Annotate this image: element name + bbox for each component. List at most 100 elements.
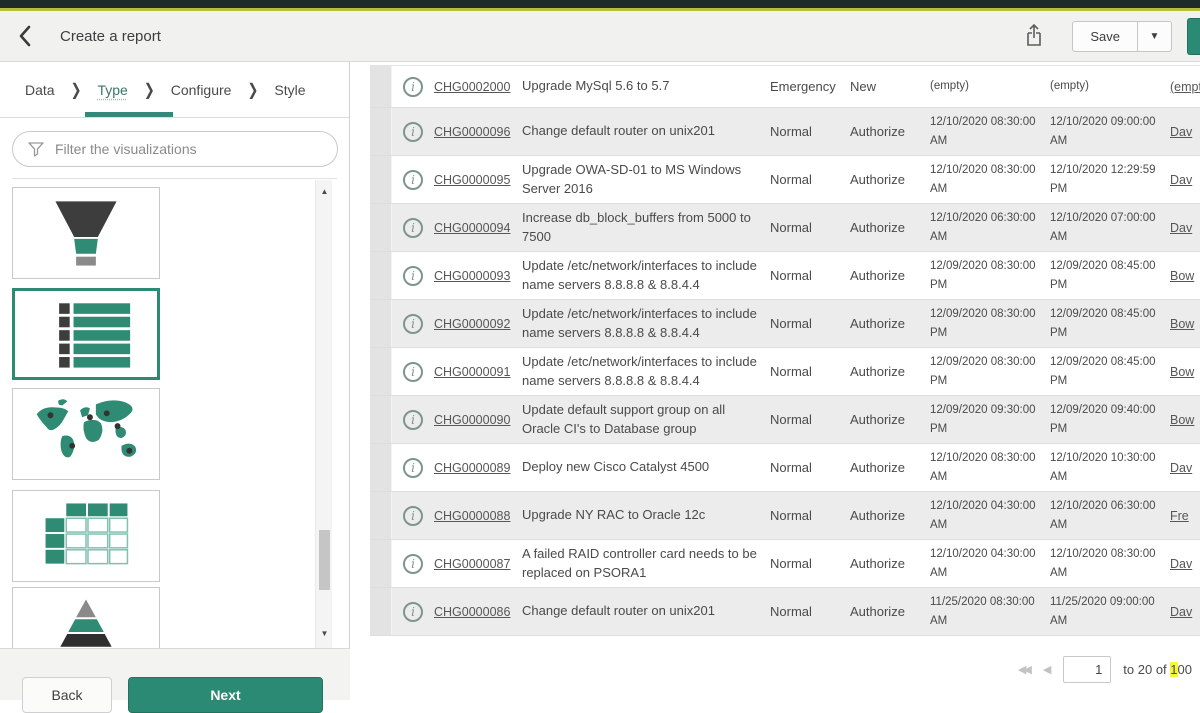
info-icon[interactable]: i <box>403 218 423 238</box>
table-row[interactable]: i CHG0000089 Deploy new Cisco Catalyst 4… <box>370 444 1200 492</box>
info-icon[interactable]: i <box>403 458 423 478</box>
wizard-footer: Back Next <box>0 648 350 700</box>
start-date-value: 12/09/2020 08:30:00 PM <box>930 353 1050 390</box>
state-value: Authorize <box>850 412 930 427</box>
wizard-step-type[interactable]: Type <box>97 82 127 98</box>
change-number-link[interactable]: CHG0000087 <box>434 557 522 571</box>
assigned-to-link[interactable]: Dav <box>1170 605 1200 619</box>
table-row[interactable]: i CHG0000096 Change default router on un… <box>370 108 1200 156</box>
change-number-link[interactable]: CHG0000088 <box>434 509 522 523</box>
viz-type-pyramid[interactable] <box>12 587 160 648</box>
assigned-to-link[interactable]: Dav <box>1170 221 1200 235</box>
change-number-link[interactable]: CHG0000090 <box>434 413 522 427</box>
change-number-link[interactable]: CHG0000095 <box>434 173 522 187</box>
first-page-button[interactable]: ◀◀ <box>1018 663 1029 676</box>
priority-value: Normal <box>770 172 850 187</box>
viz-type-map[interactable] <box>12 388 160 480</box>
change-number-link[interactable]: CHG0000092 <box>434 317 522 331</box>
assigned-to-link[interactable]: Bow <box>1170 317 1200 331</box>
table-row[interactable]: i CHG0000086 Change default router on un… <box>370 588 1200 636</box>
info-icon[interactable]: i <box>403 506 423 526</box>
visualization-type-list: ▲ ▼ <box>0 180 350 648</box>
clipped-primary-button[interactable] <box>1187 18 1200 55</box>
back-chevron-button[interactable] <box>18 23 38 49</box>
chevron-right-icon: ❯ <box>71 80 82 100</box>
assigned-to-link[interactable]: (empty) <box>1170 80 1200 94</box>
change-number-link[interactable]: CHG0000086 <box>434 605 522 619</box>
assigned-to-link[interactable]: Fre <box>1170 509 1200 523</box>
filter-input[interactable] <box>12 131 338 167</box>
short-description: A failed RAID controller card needs to b… <box>522 545 770 583</box>
change-number-link[interactable]: CHG0000091 <box>434 365 522 379</box>
row-gutter <box>370 588 392 635</box>
end-date-value: 12/10/2020 09:00:00 AM <box>1050 113 1170 150</box>
table-row[interactable]: i CHG0000091 Update /etc/network/interfa… <box>370 348 1200 396</box>
info-icon[interactable]: i <box>403 266 423 286</box>
priority-value: Normal <box>770 412 850 427</box>
save-button[interactable]: Save <box>1072 21 1138 52</box>
next-button[interactable]: Next <box>128 677 323 713</box>
row-gutter <box>370 252 392 299</box>
end-date-value: 11/25/2020 09:00:00 AM <box>1050 593 1170 630</box>
viz-type-list[interactable] <box>12 288 160 380</box>
change-number-link[interactable]: CHG0000093 <box>434 269 522 283</box>
info-icon[interactable]: i <box>403 554 423 574</box>
table-row[interactable]: i CHG0000087 A failed RAID controller ca… <box>370 540 1200 588</box>
wizard-step-data[interactable]: Data <box>25 82 55 98</box>
wizard-step-style[interactable]: Style <box>274 82 305 98</box>
table-row[interactable]: i CHG0000088 Upgrade NY RAC to Oracle 12… <box>370 492 1200 540</box>
active-step-indicator <box>85 112 173 117</box>
scrollbar-thumb[interactable] <box>319 530 330 590</box>
scroll-up-icon[interactable]: ▲ <box>316 184 333 200</box>
assigned-to-link[interactable]: Dav <box>1170 557 1200 571</box>
assigned-to-link[interactable]: Bow <box>1170 365 1200 379</box>
table-row[interactable]: i CHG0000093 Update /etc/network/interfa… <box>370 252 1200 300</box>
change-request-table: i CHG0002000 Upgrade MySql 5.6 to 5.7 Em… <box>370 65 1200 636</box>
page-number-input[interactable] <box>1063 656 1111 683</box>
assigned-to-link[interactable]: Bow <box>1170 269 1200 283</box>
table-row[interactable]: i CHG0002000 Upgrade MySql 5.6 to 5.7 Em… <box>370 65 1200 108</box>
prev-page-button[interactable]: ◀ <box>1043 663 1051 676</box>
assigned-to-link[interactable]: Dav <box>1170 173 1200 187</box>
start-date-value: 12/09/2020 08:30:00 PM <box>930 257 1050 294</box>
info-icon[interactable]: i <box>403 410 423 430</box>
table-row[interactable]: i CHG0000095 Upgrade OWA-SD-01 to MS Win… <box>370 156 1200 204</box>
wizard-step-configure[interactable]: Configure <box>171 82 232 98</box>
header-actions: Save ▼ <box>1024 21 1172 52</box>
end-date-value: 12/10/2020 06:30:00 AM <box>1050 497 1170 534</box>
info-icon[interactable]: i <box>403 362 423 382</box>
info-icon[interactable]: i <box>403 314 423 334</box>
priority-value: Normal <box>770 460 850 475</box>
assigned-to-link[interactable]: Dav <box>1170 461 1200 475</box>
change-number-link[interactable]: CHG0000089 <box>434 461 522 475</box>
viz-type-funnel[interactable] <box>12 187 160 279</box>
share-icon <box>1024 23 1044 49</box>
start-date-value: 12/10/2020 04:30:00 AM <box>930 497 1050 534</box>
app-header: Create a report Save ▼ <box>0 11 1200 62</box>
table-row[interactable]: i CHG0000090 Update default support grou… <box>370 396 1200 444</box>
save-dropdown-button[interactable]: ▼ <box>1138 21 1172 52</box>
row-gutter <box>370 540 392 587</box>
info-icon[interactable]: i <box>403 602 423 622</box>
share-button[interactable] <box>1024 23 1044 49</box>
back-button[interactable]: Back <box>22 677 112 713</box>
assigned-to-link[interactable]: Dav <box>1170 125 1200 139</box>
info-icon[interactable]: i <box>403 170 423 190</box>
start-date-value: (empty) <box>930 77 1050 95</box>
viz-list-scrollbar[interactable]: ▲ ▼ <box>315 180 332 648</box>
assigned-to-link[interactable]: Bow <box>1170 413 1200 427</box>
info-icon[interactable]: i <box>403 122 423 142</box>
info-icon[interactable]: i <box>403 77 423 97</box>
change-number-link[interactable]: CHG0000094 <box>434 221 522 235</box>
table-row[interactable]: i CHG0000092 Update /etc/network/interfa… <box>370 300 1200 348</box>
divider <box>12 178 337 179</box>
table-row[interactable]: i CHG0000094 Increase db_block_buffers f… <box>370 204 1200 252</box>
change-number-link[interactable]: CHG0000096 <box>434 125 522 139</box>
table-chart-icon <box>13 490 159 582</box>
chevron-right-icon: ❯ <box>144 80 155 100</box>
scroll-down-icon[interactable]: ▼ <box>316 626 333 642</box>
start-date-value: 12/10/2020 04:30:00 AM <box>930 545 1050 582</box>
state-value: Authorize <box>850 460 930 475</box>
viz-type-table[interactable] <box>12 490 160 582</box>
change-number-link[interactable]: CHG0002000 <box>434 80 522 94</box>
